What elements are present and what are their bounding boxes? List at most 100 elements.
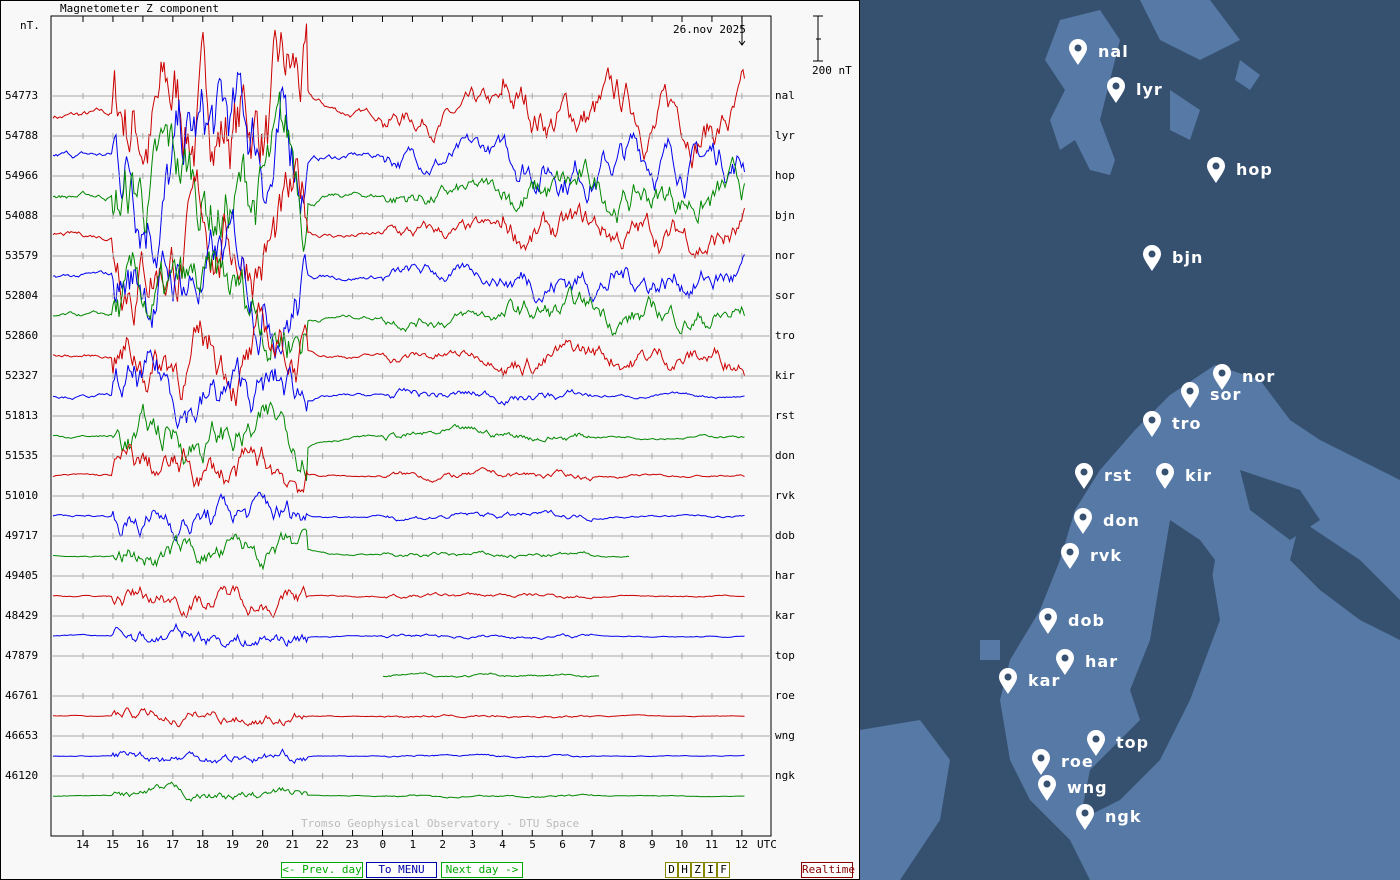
baseline-value-tro: 52860 (5, 329, 39, 342)
station-label-ngk: ngk (775, 769, 795, 782)
map-label-rst[interactable]: rst (1104, 466, 1132, 485)
map-marker-icon (1075, 463, 1093, 489)
x-tick-label: 5 (529, 838, 536, 851)
scale-bar (813, 15, 823, 62)
map-marker-icon (1069, 39, 1087, 65)
station-label-roe: roe (775, 689, 795, 702)
map-pin-sor[interactable] (1180, 381, 1200, 409)
component-i-button[interactable]: I (704, 862, 717, 878)
baseline-value-rvk: 51010 (5, 489, 39, 502)
station-label-tro: tro (775, 329, 795, 342)
map-marker-icon (1074, 508, 1092, 534)
realtime-button[interactable]: Realtime (801, 862, 855, 878)
map-pin-lyr[interactable] (1106, 76, 1126, 104)
to-menu-button[interactable]: To MENU (366, 862, 437, 878)
map-label-rvk[interactable]: rvk (1090, 546, 1122, 565)
map-label-nal[interactable]: nal (1098, 42, 1129, 61)
map-label-har[interactable]: har (1085, 652, 1118, 671)
map-pin-don[interactable] (1073, 507, 1093, 535)
prev-day-button[interactable]: <- Prev. day (281, 862, 363, 878)
station-map: nal lyr hop bjn nor sor tro rst kir don rvk dob har k… (860, 0, 1400, 880)
map-label-nor[interactable]: nor (1242, 367, 1275, 386)
baseline-value-har: 49405 (5, 569, 39, 582)
trace-har (52, 584, 745, 619)
baseline-value-kir: 52327 (5, 369, 39, 382)
magnetometer-chart (50, 15, 823, 837)
map-pin-nal[interactable] (1068, 38, 1088, 66)
map-label-dob[interactable]: dob (1068, 611, 1105, 630)
map-marker-icon (1156, 463, 1174, 489)
station-label-don: don (775, 449, 795, 462)
map-pin-kir[interactable] (1155, 462, 1175, 490)
map-pin-ngk[interactable] (1075, 803, 1095, 831)
x-tick-label: 17 (165, 838, 180, 851)
map-marker-icon (1143, 411, 1161, 437)
x-tick-label: 0 (379, 838, 387, 851)
station-label-kar: kar (775, 609, 795, 622)
component-d-button[interactable]: D (665, 862, 678, 878)
map-label-ngk[interactable]: ngk (1105, 807, 1141, 826)
map-pin-rvk[interactable] (1060, 542, 1080, 570)
baseline-value-nal: 54773 (5, 89, 39, 102)
baseline-value-rst: 51813 (5, 409, 39, 422)
x-tick-label: 4 (499, 838, 506, 851)
trace-hop (52, 91, 745, 252)
map-pin-bjn[interactable] (1142, 244, 1162, 272)
trace-rst (52, 401, 745, 482)
trace-wng (52, 748, 745, 765)
map-pin-dob[interactable] (1038, 607, 1058, 635)
component-h-button[interactable]: H (678, 862, 691, 878)
map-marker-icon (1207, 157, 1225, 183)
trace-roe (52, 707, 745, 728)
station-label-hop: hop (775, 169, 795, 182)
trace-rvk (52, 491, 745, 542)
map-label-tro[interactable]: tro (1172, 414, 1202, 433)
x-tick-label: 23 (345, 838, 359, 851)
baseline-value-ngk: 46120 (5, 769, 39, 782)
station-label-nal: nal (775, 89, 795, 102)
x-tick-label: 7 (589, 838, 596, 851)
trace-top (382, 672, 600, 678)
trace-don (52, 443, 745, 494)
map-label-top[interactable]: top (1116, 733, 1149, 752)
map-pin-wng[interactable] (1037, 774, 1057, 802)
utc-label: UTC (757, 838, 777, 851)
magnetometer-panel: Magnetometer Z component nT. 26.nov 2025… (0, 0, 860, 880)
baseline-value-bjn: 54088 (5, 209, 39, 222)
baseline-value-don: 51535 (5, 449, 39, 462)
x-tick-label: 20 (255, 838, 269, 851)
baseline-value-top: 47879 (5, 649, 39, 662)
map-label-hop[interactable]: hop (1236, 160, 1273, 179)
chart-title: Magnetometer Z component (60, 2, 219, 15)
map-label-kar[interactable]: kar (1028, 671, 1060, 690)
x-tick-label: 11 (704, 838, 719, 851)
x-tick-label: 8 (619, 838, 626, 851)
next-day-button[interactable]: Next day -> (441, 862, 523, 878)
map-label-bjn[interactable]: bjn (1172, 248, 1203, 267)
x-tick-label: 6 (559, 838, 566, 851)
baseline-value-hop: 54966 (5, 169, 39, 182)
component-f-button[interactable]: F (717, 862, 730, 878)
map-label-wng[interactable]: wng (1067, 778, 1108, 797)
map-label-don[interactable]: don (1103, 511, 1140, 530)
map-pin-hop[interactable] (1206, 156, 1226, 184)
map-pin-tro[interactable] (1142, 410, 1162, 438)
station-label-dob: dob (775, 529, 795, 542)
station-label-rst: rst (775, 409, 795, 422)
component-z-button[interactable]: Z (691, 862, 704, 878)
map-marker-icon (1038, 775, 1056, 801)
map-label-lyr[interactable]: lyr (1136, 80, 1163, 99)
baseline-value-roe: 46761 (5, 689, 39, 702)
station-label-nor: nor (775, 249, 795, 262)
x-tick-label: 19 (225, 838, 239, 851)
baseline-value-wng: 46653 (5, 729, 39, 742)
map-label-kir[interactable]: kir (1185, 466, 1212, 485)
map-label-sor[interactable]: sor (1210, 385, 1241, 404)
map-pin-roe[interactable] (1031, 748, 1051, 776)
map-label-roe[interactable]: roe (1061, 752, 1094, 771)
map-pin-rst[interactable] (1074, 462, 1094, 490)
map-pin-kar[interactable] (998, 667, 1018, 695)
trace-ngk (52, 781, 745, 803)
map-marker-icon (1143, 245, 1161, 271)
date-label: 26.nov 2025 (673, 23, 746, 36)
